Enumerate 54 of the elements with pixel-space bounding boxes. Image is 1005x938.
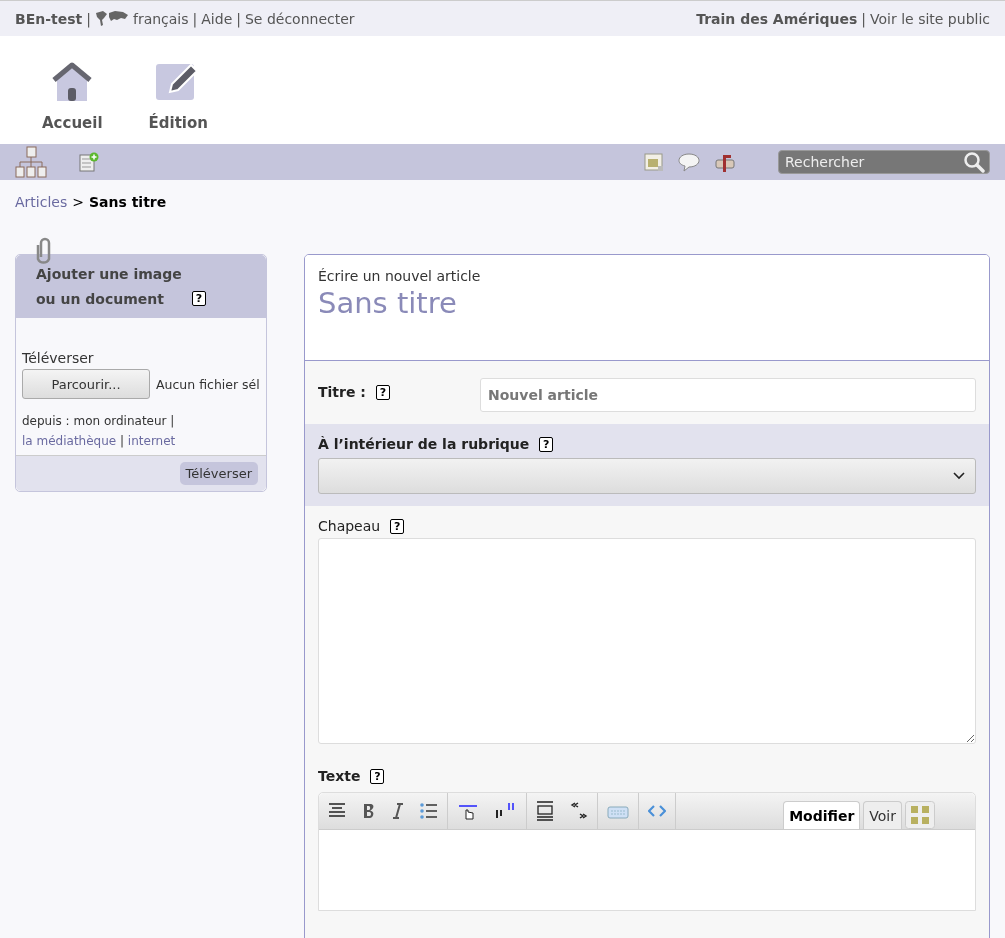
frame-text-icon[interactable] xyxy=(536,801,554,821)
field-label: Texte xyxy=(318,768,361,784)
search-field[interactable]: Rechercher xyxy=(778,150,990,174)
help-icon[interactable]: ? xyxy=(191,291,206,306)
nav-item[interactable]: Accueil xyxy=(42,60,103,132)
editor-tab[interactable]: Modifier xyxy=(783,801,861,829)
help-icon[interactable]: ? xyxy=(390,518,405,534)
media-library-link[interactable]: la médiathèque xyxy=(22,434,117,448)
world-map-icon xyxy=(94,9,129,28)
bulleted-list-icon[interactable] xyxy=(420,803,438,819)
upload-label: Téléverser xyxy=(22,350,94,366)
form-subtitle: Écrire un nouvel article xyxy=(318,268,482,284)
logout-link[interactable]: Se déconnecter xyxy=(244,10,355,27)
internet-link[interactable]: internet xyxy=(127,434,176,448)
site-name-link[interactable]: Train des Amériques xyxy=(696,10,858,27)
chevron-down-icon xyxy=(953,472,965,480)
new-article-icon[interactable] xyxy=(79,152,99,172)
breadcrumb-separator: > xyxy=(72,194,84,210)
bold-icon[interactable] xyxy=(362,803,376,819)
search-input[interactable]: Rechercher xyxy=(783,153,947,171)
field-label: Titre : xyxy=(318,384,366,400)
separator: | xyxy=(86,10,91,27)
help-link[interactable]: Aide xyxy=(201,10,233,27)
italic-icon[interactable] xyxy=(392,803,404,819)
language-link[interactable]: français xyxy=(132,10,189,27)
mailbox-icon[interactable] xyxy=(714,152,736,172)
help-icon[interactable]: ? xyxy=(370,768,385,784)
public-site-link[interactable]: Voir le site public xyxy=(870,10,990,27)
editor-tab[interactable]: Voir xyxy=(863,801,902,829)
field-label: Chapeau xyxy=(318,518,381,534)
site-link[interactable]: BEn-test xyxy=(15,10,83,27)
title-input[interactable]: Nouvel article xyxy=(480,378,976,412)
site-map-icon[interactable] xyxy=(15,146,47,178)
code-icon[interactable] xyxy=(648,805,666,817)
field-label: À l’intérieur de la rubrique xyxy=(318,436,530,452)
upload-button[interactable]: Téléverser xyxy=(179,462,258,485)
search-icon[interactable] xyxy=(963,151,985,173)
article-title: Sans titre xyxy=(318,286,458,320)
separator: | xyxy=(192,10,198,27)
align-center-icon[interactable] xyxy=(328,803,346,819)
source-text: depuis : mon ordinateur | la médiathèque | internet xyxy=(22,413,177,450)
speech-bubble-icon[interactable] xyxy=(678,152,700,172)
help-icon[interactable]: ? xyxy=(375,384,390,400)
browse-button[interactable]: Parcourir... xyxy=(22,369,150,399)
help-icon[interactable]: ? xyxy=(539,436,554,452)
breadcrumb-current: Sans titre xyxy=(88,194,167,210)
separator: | xyxy=(861,10,867,27)
nav-item[interactable]: Édition xyxy=(148,60,208,132)
separator: | xyxy=(236,10,241,27)
file-status: Aucun fichier sél xyxy=(156,376,260,392)
quotation-marks-icon[interactable] xyxy=(570,801,588,821)
house-icon xyxy=(51,60,94,102)
breadcrumb-link[interactable]: Articles xyxy=(15,194,68,210)
panel-title: Ajouter une image ou un document xyxy=(36,265,182,309)
